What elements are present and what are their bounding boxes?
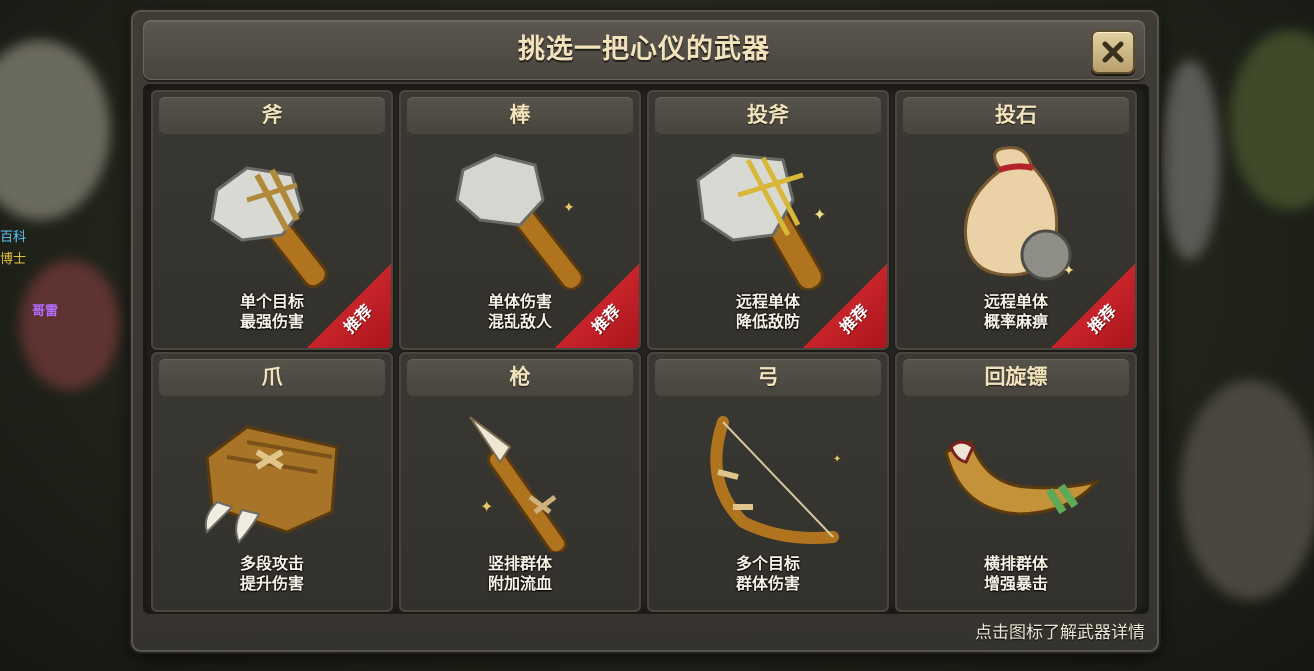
weapon-name: 弓 xyxy=(655,359,881,396)
recommend-ribbon: 推荐 xyxy=(803,264,887,348)
spear-icon: ✦ xyxy=(469,416,568,552)
desc-line-1: 多个目标 xyxy=(735,554,800,573)
weapon-name: 回旋镖 xyxy=(903,359,1129,396)
recommend-ribbon: 推荐 xyxy=(1051,264,1135,348)
svg-text:✦: ✦ xyxy=(480,497,493,516)
recommend-badge: 推荐 xyxy=(1084,301,1121,338)
side-label-1: 百科 xyxy=(0,230,27,245)
weapon-name: 爪 xyxy=(159,359,385,396)
desc-line-1: 多段攻击 xyxy=(239,554,304,573)
svg-text:✦: ✦ xyxy=(813,205,826,224)
boomerang-icon xyxy=(944,440,1100,516)
recommend-ribbon: 推荐 xyxy=(555,264,639,348)
desc-line-1: 竖排群体 xyxy=(487,554,552,573)
weapon-card-stone-sling[interactable]: 投石 ✦ 远程单体 概率麻痹 推荐 xyxy=(895,90,1137,350)
weapon-card-club[interactable]: 棒 ✦ 单体伤害 混乱敌人 推荐 xyxy=(399,90,641,350)
weapon-grid: 斧 单个目标 最强伤害 推荐 棒 ✦ 单体伤害 混乱敌人 推荐 投斧 ✦ 远程单… xyxy=(143,84,1149,614)
character-left xyxy=(20,260,120,390)
weapon-description: 横排群体 增强暴击 xyxy=(897,554,1135,594)
weapon-card-axe[interactable]: 斧 单个目标 最强伤害 推荐 xyxy=(151,90,393,350)
dialog-titlebar: 挑选一把心仪的武器 xyxy=(143,20,1145,80)
weapon-description: 多段攻击 提升伤害 xyxy=(153,554,391,594)
side-label-3: 哥雷 xyxy=(32,304,59,319)
close-x-icon xyxy=(1102,41,1124,63)
desc-line-1: 横排群体 xyxy=(983,554,1048,573)
weapon-name: 枪 xyxy=(407,359,633,396)
recommend-badge: 推荐 xyxy=(836,301,873,338)
hint-text: 点击图标了解武器详情 xyxy=(975,623,1145,643)
svg-text:✦: ✦ xyxy=(833,454,841,465)
stone-statue-left xyxy=(0,40,110,220)
desc-line-2: 群体伤害 xyxy=(735,574,800,593)
recommend-badge: 推荐 xyxy=(588,301,625,338)
weapon-description: 多个目标 群体伤害 xyxy=(649,554,887,594)
recommend-badge: 推荐 xyxy=(340,301,377,338)
desc-line-2: 增强暴击 xyxy=(983,574,1048,593)
weapon-select-dialog: 挑选一把心仪的武器 斧 单个目标 最强伤害 推荐 棒 ✦ 单体伤害 混乱敌人 推… xyxy=(131,10,1159,652)
weapon-name: 投斧 xyxy=(655,97,881,134)
svg-text:✦: ✦ xyxy=(563,200,575,216)
stone-pillar-right xyxy=(1160,60,1220,260)
weapon-card-boomerang[interactable]: 回旋镖 横排群体 增强暴击 xyxy=(895,352,1137,612)
weapon-name: 斧 xyxy=(159,97,385,134)
weapon-card-throwing-axe[interactable]: 投斧 ✦ 远程单体 降低敌防 推荐 xyxy=(647,90,889,350)
weapon-card-claw[interactable]: 爪 多段攻击 提升伤害 xyxy=(151,352,393,612)
weapon-name: 棒 xyxy=(407,97,633,134)
close-button[interactable] xyxy=(1091,30,1135,74)
side-label-2: 博士 xyxy=(0,252,27,267)
tree-right xyxy=(1230,30,1314,210)
weapon-card-bow[interactable]: 弓 ✦ 多个目标 群体伤害 xyxy=(647,352,889,612)
dialog-title: 挑选一把心仪的武器 xyxy=(518,34,770,65)
weapon-name: 投石 xyxy=(903,97,1129,134)
desc-line-2: 提升伤害 xyxy=(239,574,304,593)
desc-line-2: 附加流血 xyxy=(487,574,552,593)
claw-icon xyxy=(204,425,339,544)
recommend-ribbon: 推荐 xyxy=(307,264,391,348)
rock-right xyxy=(1180,380,1314,600)
weapon-description: 竖排群体 附加流血 xyxy=(401,554,639,594)
bow-icon: ✦ xyxy=(710,416,841,544)
weapon-card-spear[interactable]: 枪 ✦ 竖排群体 附加流血 xyxy=(399,352,641,612)
